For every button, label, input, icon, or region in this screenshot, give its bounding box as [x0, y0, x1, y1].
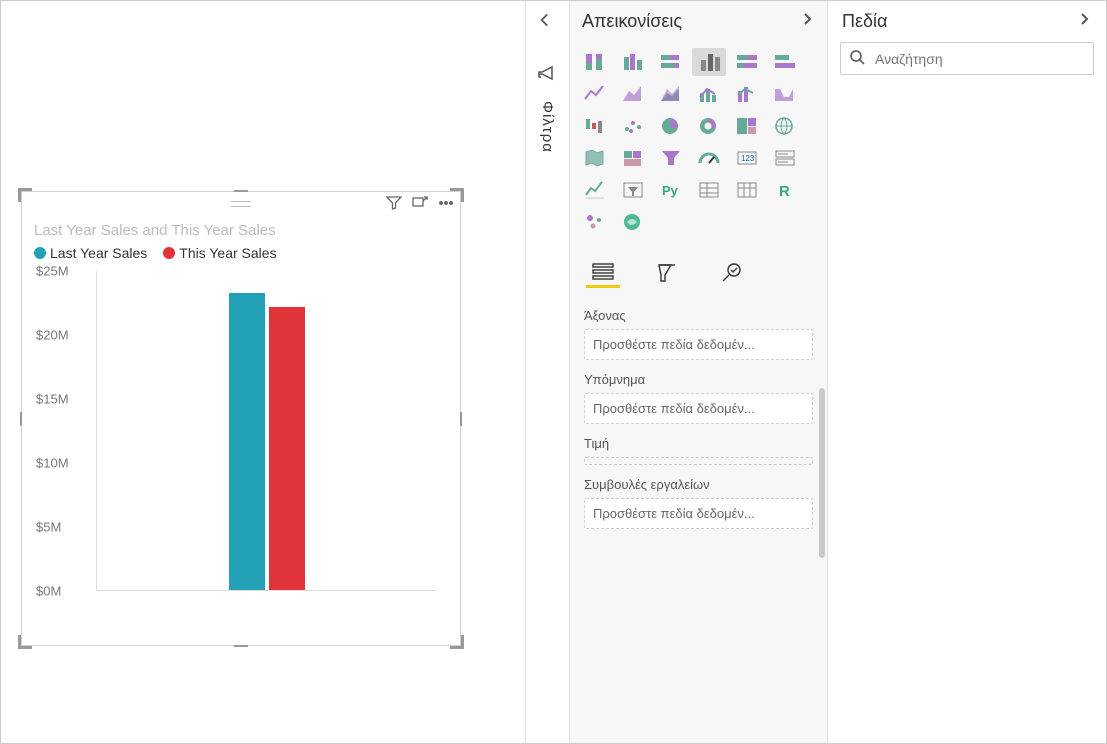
legend-swatch — [163, 247, 175, 259]
y-axis-tick: $0M — [36, 584, 61, 599]
focus-mode-icon[interactable] — [412, 195, 428, 214]
visual-header — [22, 192, 460, 216]
viz-line[interactable] — [578, 80, 612, 108]
y-axis-tick: $5M — [36, 520, 61, 535]
tooltips-well-drop[interactable]: Προσθέστε πεδία δεδομέν... — [584, 498, 813, 529]
viz-key-influencers[interactable] — [578, 208, 612, 236]
analytics-tab[interactable] — [714, 258, 748, 288]
viz-multi-card[interactable] — [768, 144, 802, 172]
bar-this-year-sales[interactable] — [269, 307, 305, 590]
search-icon — [849, 49, 865, 68]
filter-icon[interactable] — [386, 195, 402, 214]
viz-clustered-bar[interactable] — [616, 48, 650, 76]
collapse-viz-icon[interactable] — [799, 11, 815, 32]
report-canvas[interactable]: Last Year Sales and This Year Sales Last… — [1, 1, 526, 743]
viz-py[interactable]: Py — [654, 176, 688, 204]
field-wells: Άξονας Προσθέστε πεδία δεδομέν... Υπόμνη… — [570, 288, 827, 743]
app-root: Last Year Sales and This Year Sales Last… — [0, 0, 1107, 744]
viz-slicer[interactable] — [616, 176, 650, 204]
legend-item[interactable]: This Year Sales — [163, 245, 276, 261]
viz-combo2[interactable] — [730, 80, 764, 108]
chart-plot-area: $25M$20M$15M$10M$5M$0M — [36, 271, 446, 601]
field-list[interactable] — [828, 85, 1106, 743]
legend-well-label: Υπόμνημα — [584, 372, 813, 387]
y-axis-tick: $10M — [36, 456, 69, 471]
fields-panel-title: Πεδία — [842, 11, 887, 32]
viz-scatter[interactable] — [616, 112, 650, 140]
legend-item[interactable]: Last Year Sales — [34, 245, 147, 261]
fields-tab[interactable] — [586, 258, 620, 288]
resize-handle-b[interactable] — [234, 645, 248, 647]
viz-treemap[interactable] — [730, 112, 764, 140]
legend-label: This Year Sales — [179, 245, 276, 261]
viz-stacked-column[interactable] — [654, 48, 688, 76]
viz-arcgis[interactable] — [616, 208, 650, 236]
visual-container[interactable]: Last Year Sales and This Year Sales Last… — [21, 191, 461, 646]
bar-last-year-sales[interactable] — [229, 293, 265, 590]
resize-handle-br[interactable] — [450, 635, 464, 649]
viz-ribbon[interactable] — [768, 80, 802, 108]
viz-matrix[interactable] — [730, 176, 764, 204]
search-input[interactable] — [873, 50, 1085, 68]
value-well-label: Τιμή — [584, 436, 813, 451]
viz-gallery: 123 Py R — [570, 42, 827, 254]
svg-text:R: R — [779, 183, 790, 200]
viz-table[interactable] — [692, 176, 726, 204]
viz-combo[interactable] — [692, 80, 726, 108]
viz-stacked-bar-100[interactable] — [730, 48, 764, 76]
resize-handle-l[interactable] — [20, 412, 22, 426]
format-tab[interactable] — [650, 258, 684, 288]
viz-waterfall[interactable] — [578, 112, 612, 140]
axis-well-label: Άξονας — [584, 308, 813, 323]
value-well[interactable] — [584, 457, 813, 465]
fields-header: Πεδία — [828, 1, 1106, 42]
legend-label: Last Year Sales — [50, 245, 147, 261]
chart-title: Last Year Sales and This Year Sales — [22, 216, 460, 241]
viz-pie[interactable] — [654, 112, 688, 140]
resize-handle-r[interactable] — [460, 412, 462, 426]
fields-panel: Πεδία — [828, 1, 1106, 743]
well-tabstrip — [570, 254, 827, 288]
svg-text:123: 123 — [741, 154, 755, 163]
filters-label: Φίλτρα — [539, 101, 556, 153]
visualizations-panel: Απεικονίσεις 123 Py R Άξονας Προσθέστε πεδ… — [570, 1, 828, 743]
viz-bar-h[interactable] — [768, 48, 802, 76]
viz-clustered-column[interactable] — [692, 48, 726, 76]
svg-text:Py: Py — [662, 183, 679, 198]
viz-area[interactable] — [616, 80, 650, 108]
collapse-fields-icon[interactable] — [1076, 11, 1092, 32]
viz-stacked-area[interactable] — [654, 80, 688, 108]
resize-handle-bl[interactable] — [18, 635, 32, 649]
viz-kpi[interactable] — [578, 176, 612, 204]
chart-legend: Last Year Sales This Year Sales — [22, 241, 460, 271]
legend-well-drop[interactable]: Προσθέστε πεδία δεδομέν... — [584, 393, 813, 424]
viz-funnel[interactable] — [654, 144, 688, 172]
expand-filters-icon[interactable] — [536, 11, 554, 32]
viz-card[interactable]: 123 — [730, 144, 764, 172]
viz-stacked-bar[interactable] — [578, 48, 612, 76]
legend-swatch — [34, 247, 46, 259]
viz-map[interactable] — [768, 112, 802, 140]
visualizations-header: Απεικονίσεις — [570, 1, 827, 42]
axis-well-drop[interactable]: Προσθέστε πεδία δεδομέν... — [584, 329, 813, 360]
y-axis-tick: $15M — [36, 392, 69, 407]
drag-grip[interactable] — [231, 201, 251, 207]
filters-icon — [536, 63, 556, 86]
y-axis-tick: $20M — [36, 328, 69, 343]
filters-pane-collapsed[interactable]: Φίλτρα — [526, 1, 570, 743]
viz-donut[interactable] — [692, 112, 726, 140]
viz-shape-map[interactable] — [616, 144, 650, 172]
viz-panel-title: Απεικονίσεις — [582, 11, 682, 32]
y-axis-tick: $25M — [36, 264, 69, 279]
fields-search[interactable] — [840, 42, 1094, 75]
viz-gauge[interactable] — [692, 144, 726, 172]
tooltips-well-label: Συμβουλές εργαλείων — [584, 477, 813, 492]
viz-r[interactable]: R — [768, 176, 802, 204]
viz-filled-map[interactable] — [578, 144, 612, 172]
scrollbar-thumb[interactable] — [819, 388, 825, 558]
more-options-icon[interactable] — [438, 195, 454, 214]
